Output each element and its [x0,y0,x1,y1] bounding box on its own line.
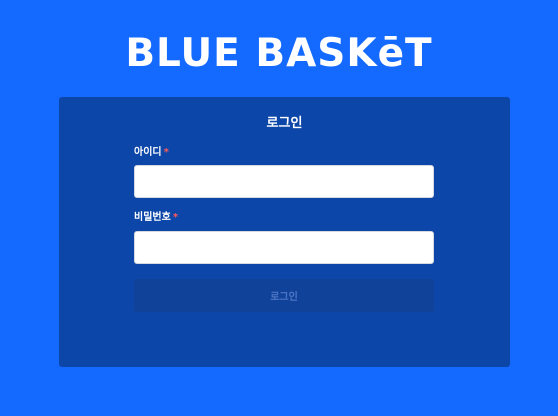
password-required-mark: * [172,212,179,223]
id-input[interactable] [134,165,434,198]
login-panel: 로그인 아이디 * 비밀번호 * 로그인 [59,97,510,367]
password-label-text: 비밀번호 [134,212,171,223]
password-field-label: 비밀번호 * [134,211,178,225]
login-button[interactable]: 로그인 [134,279,434,312]
brand-logo: BLUE BASKēT [125,31,433,76]
login-title: 로그인 [266,116,303,131]
id-label-text: 아이디 [134,147,162,158]
id-required-mark: * [163,147,169,158]
id-field-label: 아이디 * [134,146,169,160]
password-input[interactable] [134,231,434,264]
